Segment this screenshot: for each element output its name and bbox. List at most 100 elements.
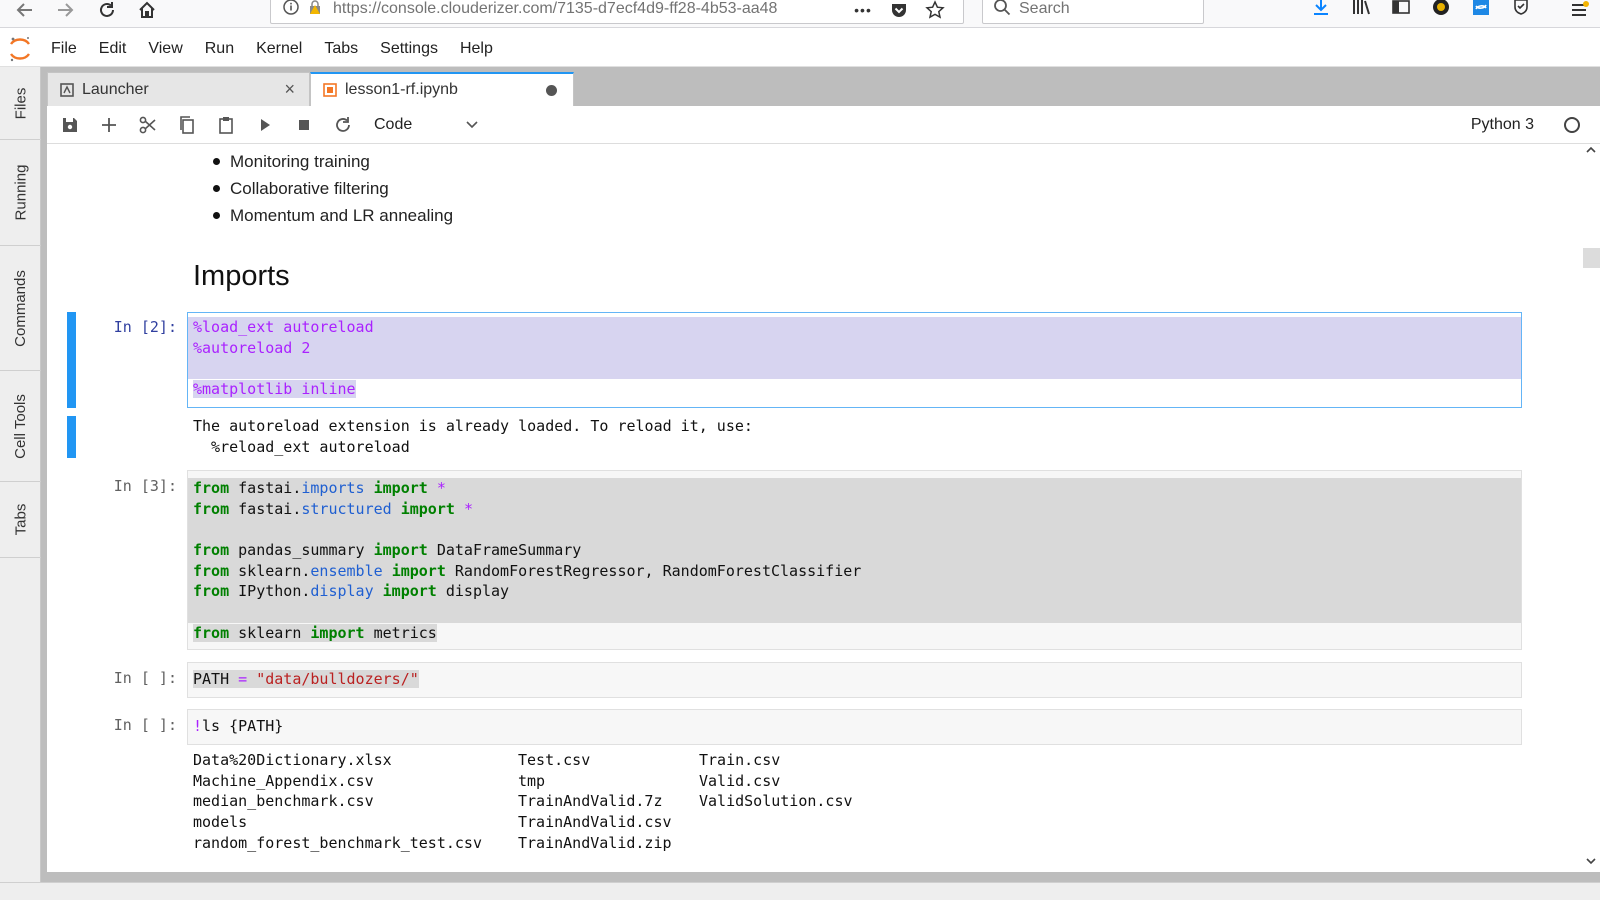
cell-prompt: In [2]:	[113, 318, 177, 336]
code-cell-input[interactable]: from fastai.imports import * from fastai…	[187, 470, 1522, 650]
code-line: %autoreload 2	[188, 337, 1521, 359]
notebook-content: Monitoring training Collaborative filter…	[47, 144, 1600, 872]
markdown-heading: Imports	[193, 260, 290, 292]
sidebar-tab-files[interactable]: Files	[0, 67, 41, 140]
menu-help[interactable]: Help	[449, 40, 504, 58]
output-file: median_benchmark.csv	[193, 792, 374, 811]
cell-prompt: In [ ]:	[113, 669, 177, 687]
sidebar-tab-commands[interactable]: Commands	[0, 246, 41, 371]
search-icon	[993, 0, 1011, 21]
menu-edit[interactable]: Edit	[88, 40, 138, 58]
output-file: TrainAndValid.zip	[518, 833, 672, 852]
cell-output: Data%20Dictionary.xlsx Test.csv Train.cs…	[193, 750, 899, 853]
output-file: Machine_Appendix.csv	[193, 771, 374, 790]
list-item: Monitoring training	[211, 148, 453, 175]
scroll-down-icon[interactable]	[1582, 855, 1600, 870]
scrollbar-thumb[interactable]	[1583, 248, 1600, 268]
insecure-lock-icon[interactable]	[307, 0, 323, 20]
info-icon[interactable]	[283, 0, 299, 20]
menu-run[interactable]: Run	[194, 40, 245, 58]
paste-icon[interactable]	[206, 110, 245, 140]
list-item: Momentum and LR annealing	[211, 202, 453, 229]
menu-file[interactable]: File	[40, 40, 88, 58]
tab-launcher[interactable]: Launcher ×	[47, 72, 310, 106]
add-cell-icon[interactable]	[89, 110, 128, 140]
save-icon[interactable]	[50, 110, 89, 140]
code-line: !ls {PATH}	[193, 717, 284, 735]
browser-toolbar-icons	[1310, 0, 1532, 22]
shield-extension-icon[interactable]	[1510, 0, 1532, 18]
menu-kernel[interactable]: Kernel	[245, 40, 313, 58]
output-file: Data%20Dictionary.xlsx	[193, 751, 392, 769]
kernel-name[interactable]: Python 3	[1471, 106, 1534, 144]
code-line: PATH = "data/bulldozers/"	[193, 670, 419, 688]
output-file	[699, 833, 899, 854]
code-cell-input[interactable]: %load_ext autoreload %autoreload 2 %matp…	[187, 312, 1522, 408]
cell-type-select[interactable]: Code	[374, 116, 478, 134]
output-file: Train.csv	[699, 751, 781, 769]
document-tab-bar: Launcher × lesson1-rf.ipynb	[47, 72, 574, 106]
output-file	[699, 812, 899, 833]
notebook-scrollbar[interactable]	[1582, 144, 1600, 872]
notebook-panel: Code Python 3 Monitoring training Collab…	[47, 106, 1600, 872]
pocket-icon[interactable]	[884, 0, 914, 24]
code-line: from fastai.structured import *	[188, 498, 1521, 520]
page-actions-icon[interactable]: •••	[848, 0, 878, 24]
restart-kernel-icon[interactable]	[323, 110, 362, 140]
library-icon[interactable]	[1350, 0, 1372, 18]
forward-icon[interactable]	[50, 0, 80, 24]
sidebar-toggle-icon[interactable]	[1390, 0, 1412, 18]
cut-icon[interactable]	[128, 110, 167, 140]
code-line: from sklearn.ensemble import RandomFores…	[188, 560, 1521, 582]
output-file: Test.csv	[518, 751, 591, 769]
sidebar-tab-tabs[interactable]: Tabs	[0, 482, 41, 558]
url-text: https://console.clouderizer.com/7135-d7e…	[333, 0, 778, 17]
browser-search-input[interactable]: Search	[982, 0, 1204, 24]
list-item: Collaborative filtering	[211, 175, 453, 202]
unsaved-dot-icon[interactable]	[546, 84, 557, 96]
reload-icon[interactable]	[92, 0, 122, 24]
browser-toolbar: https://console.clouderizer.com/7135-d7e…	[0, 0, 1600, 28]
run-cell-icon[interactable]	[245, 110, 284, 140]
status-bar	[0, 882, 1600, 900]
output-file: TrainAndValid.7z	[518, 792, 663, 811]
jupyter-logo-icon	[0, 31, 40, 67]
tab-label: Launcher	[82, 80, 149, 98]
left-sidebar: Files Running Commands Cell Tools Tabs	[0, 67, 41, 882]
bookmark-star-icon[interactable]	[920, 0, 950, 24]
code-cell-input[interactable]: PATH = "data/bulldozers/"	[187, 662, 1522, 698]
sync-extension-icon[interactable]	[1470, 0, 1492, 18]
output-file: random_forest_benchmark_test.csv	[193, 833, 482, 852]
close-tab-icon[interactable]: ×	[284, 79, 295, 100]
browser-menu-icon[interactable]	[1564, 0, 1594, 24]
tab-label: lesson1-rf.ipynb	[345, 81, 458, 98]
code-line	[188, 519, 1521, 541]
code-line: %load_ext autoreload	[188, 317, 1521, 338]
cell-prompt: In [3]:	[113, 477, 177, 495]
home-icon[interactable]	[132, 0, 162, 24]
sidebar-tab-cell-tools[interactable]: Cell Tools	[0, 371, 41, 482]
back-icon[interactable]	[10, 0, 40, 24]
menu-settings[interactable]: Settings	[369, 40, 449, 58]
cell-output: The autoreload extension is already load…	[193, 417, 753, 456]
menu-tabs[interactable]: Tabs	[313, 40, 369, 58]
menu-view[interactable]: View	[137, 40, 193, 58]
code-line: from IPython.display import display	[188, 581, 1521, 603]
cell-type-value: Code	[374, 115, 413, 133]
scroll-up-icon[interactable]	[1582, 144, 1600, 159]
chevron-down-icon	[466, 116, 478, 134]
tab-notebook[interactable]: lesson1-rf.ipynb	[310, 72, 574, 106]
code-line	[188, 602, 1521, 623]
code-cell-input[interactable]: !ls {PATH}	[187, 709, 1522, 745]
notebook-toolbar: Code Python 3	[47, 106, 1600, 144]
interrupt-kernel-icon[interactable]	[284, 110, 323, 140]
sidebar-tab-running[interactable]: Running	[0, 140, 41, 246]
code-line	[188, 358, 1521, 380]
copy-icon[interactable]	[167, 110, 206, 140]
output-collapser[interactable]	[67, 416, 76, 458]
code-line: from sklearn import metrics	[193, 623, 437, 642]
download-icon[interactable]	[1310, 0, 1332, 18]
color-extension-icon[interactable]	[1430, 0, 1452, 18]
code-line: from fastai.imports import *	[188, 478, 1521, 499]
output-file: ValidSolution.csv	[699, 792, 853, 811]
